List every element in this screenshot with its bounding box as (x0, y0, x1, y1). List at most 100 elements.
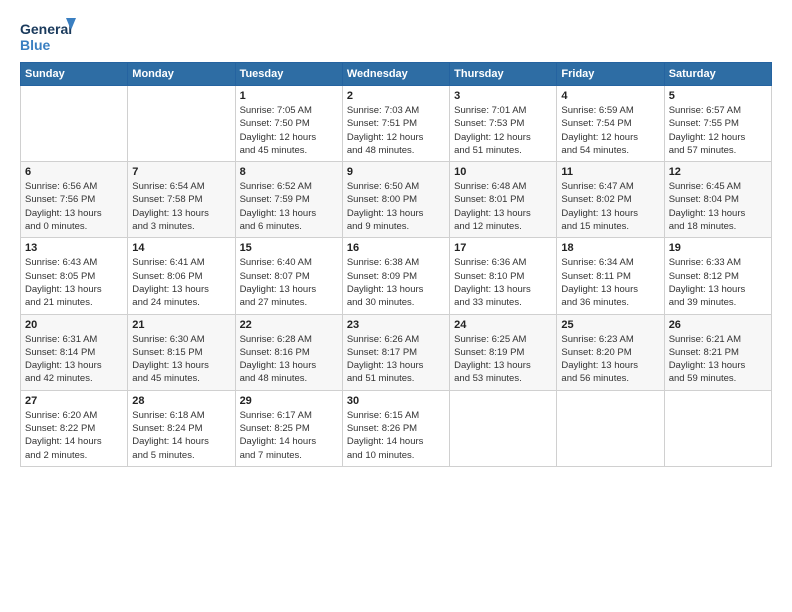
calendar-cell: 28 Sunrise: 6:18 AM Sunset: 8:24 PM Dayli… (128, 390, 235, 466)
calendar-cell: 26 Sunrise: 6:21 AM Sunset: 8:21 PM Dayli… (664, 314, 771, 390)
header-row: SundayMondayTuesdayWednesdayThursdayFrid… (21, 63, 772, 86)
calendar-cell: 7Sunrise: 6:54 AM Sunset: 7:58 PM Daylig… (128, 162, 235, 238)
day-info: Sunrise: 6:59 AM Sunset: 7:54 PM Dayligh… (561, 104, 659, 157)
day-header-friday: Friday (557, 63, 664, 86)
day-info: Sunrise: 6:17 AM Sunset: 8:25 PM Dayligh… (240, 409, 338, 462)
calendar-cell: 18 Sunrise: 6:34 AM Sunset: 8:11 PM Dayli… (557, 238, 664, 314)
calendar-cell: 27 Sunrise: 6:20 AM Sunset: 8:22 PM Dayli… (21, 390, 128, 466)
header: GeneralBlue (20, 16, 772, 56)
day-number: 29 (240, 395, 338, 407)
day-info: Sunrise: 6:18 AM Sunset: 8:24 PM Dayligh… (132, 409, 230, 462)
day-info: Sunrise: 6:15 AM Sunset: 8:26 PM Dayligh… (347, 409, 445, 462)
day-number: 22 (240, 319, 338, 331)
day-info: Sunrise: 6:56 AM Sunset: 7:56 PM Dayligh… (25, 180, 123, 233)
day-number: 1 (240, 90, 338, 102)
svg-text:Blue: Blue (20, 37, 51, 53)
day-number: 21 (132, 319, 230, 331)
day-info: Sunrise: 6:30 AM Sunset: 8:15 PM Dayligh… (132, 333, 230, 386)
calendar-cell: 24 Sunrise: 6:25 AM Sunset: 8:19 PM Dayli… (450, 314, 557, 390)
calendar-cell (450, 390, 557, 466)
week-row-4: 20 Sunrise: 6:31 AM Sunset: 8:14 PM Dayli… (21, 314, 772, 390)
calendar-cell: 30 Sunrise: 6:15 AM Sunset: 8:26 PM Dayli… (342, 390, 449, 466)
week-row-3: 13Sunrise: 6:43 AM Sunset: 8:05 PM Dayli… (21, 238, 772, 314)
day-number: 24 (454, 319, 552, 331)
calendar-cell: 17 Sunrise: 6:36 AM Sunset: 8:10 PM Dayli… (450, 238, 557, 314)
day-number: 20 (25, 319, 123, 331)
day-number: 23 (347, 319, 445, 331)
day-info: Sunrise: 6:43 AM Sunset: 8:05 PM Dayligh… (25, 256, 123, 309)
calendar-cell: 3 Sunrise: 7:01 AM Sunset: 7:53 PM Daylig… (450, 86, 557, 162)
day-number: 3 (454, 90, 552, 102)
week-row-5: 27 Sunrise: 6:20 AM Sunset: 8:22 PM Dayli… (21, 390, 772, 466)
day-header-sunday: Sunday (21, 63, 128, 86)
calendar-cell: 22Sunrise: 6:28 AM Sunset: 8:16 PM Dayli… (235, 314, 342, 390)
day-info: Sunrise: 6:34 AM Sunset: 8:11 PM Dayligh… (561, 256, 659, 309)
calendar-cell: 12 Sunrise: 6:45 AM Sunset: 8:04 PM Dayli… (664, 162, 771, 238)
day-info: Sunrise: 6:20 AM Sunset: 8:22 PM Dayligh… (25, 409, 123, 462)
day-info: Sunrise: 6:57 AM Sunset: 7:55 PM Dayligh… (669, 104, 767, 157)
day-info: Sunrise: 6:31 AM Sunset: 8:14 PM Dayligh… (25, 333, 123, 386)
day-header-saturday: Saturday (664, 63, 771, 86)
day-number: 12 (669, 166, 767, 178)
logo: GeneralBlue (20, 16, 80, 56)
day-number: 7 (132, 166, 230, 178)
calendar-cell: 5 Sunrise: 6:57 AM Sunset: 7:55 PM Daylig… (664, 86, 771, 162)
svg-text:General: General (20, 21, 72, 37)
day-number: 30 (347, 395, 445, 407)
day-info: Sunrise: 7:03 AM Sunset: 7:51 PM Dayligh… (347, 104, 445, 157)
day-number: 8 (240, 166, 338, 178)
calendar-cell: 14 Sunrise: 6:41 AM Sunset: 8:06 PM Dayli… (128, 238, 235, 314)
day-info: Sunrise: 7:05 AM Sunset: 7:50 PM Dayligh… (240, 104, 338, 157)
day-info: Sunrise: 6:38 AM Sunset: 8:09 PM Dayligh… (347, 256, 445, 309)
day-number: 26 (669, 319, 767, 331)
day-info: Sunrise: 6:50 AM Sunset: 8:00 PM Dayligh… (347, 180, 445, 233)
day-header-monday: Monday (128, 63, 235, 86)
day-number: 4 (561, 90, 659, 102)
week-row-2: 6 Sunrise: 6:56 AM Sunset: 7:56 PM Daylig… (21, 162, 772, 238)
day-number: 15 (240, 242, 338, 254)
day-number: 6 (25, 166, 123, 178)
calendar-cell: 19Sunrise: 6:33 AM Sunset: 8:12 PM Dayli… (664, 238, 771, 314)
calendar-cell: 23 Sunrise: 6:26 AM Sunset: 8:17 PM Dayli… (342, 314, 449, 390)
day-number: 16 (347, 242, 445, 254)
day-info: Sunrise: 6:52 AM Sunset: 7:59 PM Dayligh… (240, 180, 338, 233)
day-header-wednesday: Wednesday (342, 63, 449, 86)
calendar-cell: 2Sunrise: 7:03 AM Sunset: 7:51 PM Daylig… (342, 86, 449, 162)
day-info: Sunrise: 6:47 AM Sunset: 8:02 PM Dayligh… (561, 180, 659, 233)
calendar-cell: 15Sunrise: 6:40 AM Sunset: 8:07 PM Dayli… (235, 238, 342, 314)
week-row-1: 1 Sunrise: 7:05 AM Sunset: 7:50 PM Daylig… (21, 86, 772, 162)
day-number: 10 (454, 166, 552, 178)
day-number: 28 (132, 395, 230, 407)
day-info: Sunrise: 6:45 AM Sunset: 8:04 PM Dayligh… (669, 180, 767, 233)
day-number: 5 (669, 90, 767, 102)
calendar-cell: 20 Sunrise: 6:31 AM Sunset: 8:14 PM Dayli… (21, 314, 128, 390)
calendar-cell: 21 Sunrise: 6:30 AM Sunset: 8:15 PM Dayli… (128, 314, 235, 390)
day-header-thursday: Thursday (450, 63, 557, 86)
calendar-cell: 8 Sunrise: 6:52 AM Sunset: 7:59 PM Daylig… (235, 162, 342, 238)
day-info: Sunrise: 6:25 AM Sunset: 8:19 PM Dayligh… (454, 333, 552, 386)
calendar-cell: 9Sunrise: 6:50 AM Sunset: 8:00 PM Daylig… (342, 162, 449, 238)
day-info: Sunrise: 6:26 AM Sunset: 8:17 PM Dayligh… (347, 333, 445, 386)
day-info: Sunrise: 6:36 AM Sunset: 8:10 PM Dayligh… (454, 256, 552, 309)
calendar-header: SundayMondayTuesdayWednesdayThursdayFrid… (21, 63, 772, 86)
calendar-cell: 11Sunrise: 6:47 AM Sunset: 8:02 PM Dayli… (557, 162, 664, 238)
day-info: Sunrise: 6:33 AM Sunset: 8:12 PM Dayligh… (669, 256, 767, 309)
day-number: 17 (454, 242, 552, 254)
calendar-cell: 13Sunrise: 6:43 AM Sunset: 8:05 PM Dayli… (21, 238, 128, 314)
day-info: Sunrise: 7:01 AM Sunset: 7:53 PM Dayligh… (454, 104, 552, 157)
calendar-page: GeneralBlue SundayMondayTuesdayWednesday… (0, 0, 792, 612)
day-info: Sunrise: 6:23 AM Sunset: 8:20 PM Dayligh… (561, 333, 659, 386)
calendar-cell (128, 86, 235, 162)
calendar-cell: 25 Sunrise: 6:23 AM Sunset: 8:20 PM Dayli… (557, 314, 664, 390)
calendar-cell: 16 Sunrise: 6:38 AM Sunset: 8:09 PM Dayli… (342, 238, 449, 314)
day-number: 18 (561, 242, 659, 254)
calendar-cell (664, 390, 771, 466)
day-info: Sunrise: 6:48 AM Sunset: 8:01 PM Dayligh… (454, 180, 552, 233)
day-number: 25 (561, 319, 659, 331)
calendar-cell: 10 Sunrise: 6:48 AM Sunset: 8:01 PM Dayli… (450, 162, 557, 238)
calendar-table: SundayMondayTuesdayWednesdayThursdayFrid… (20, 62, 772, 467)
day-number: 27 (25, 395, 123, 407)
day-info: Sunrise: 6:41 AM Sunset: 8:06 PM Dayligh… (132, 256, 230, 309)
day-info: Sunrise: 6:21 AM Sunset: 8:21 PM Dayligh… (669, 333, 767, 386)
day-number: 14 (132, 242, 230, 254)
